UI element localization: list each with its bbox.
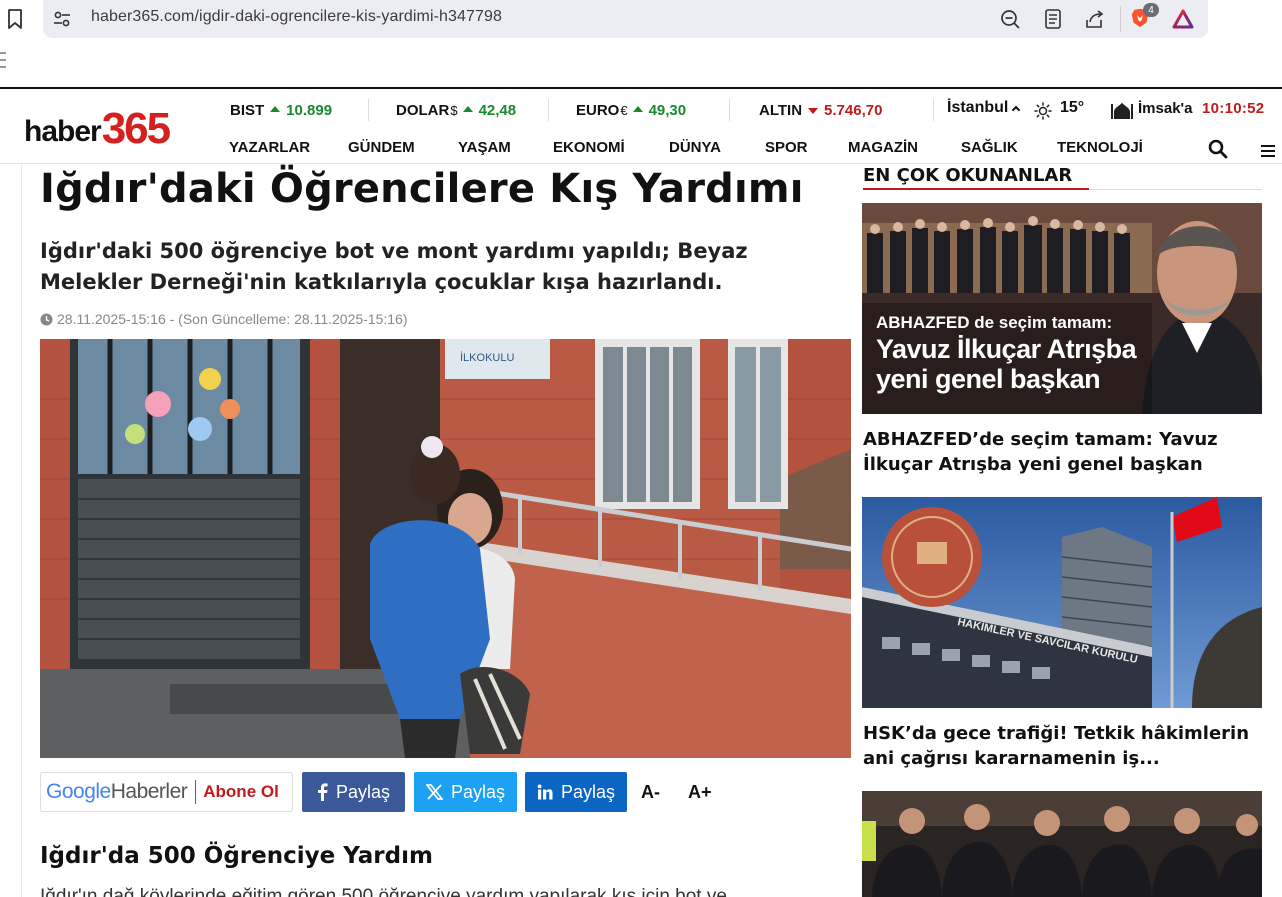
ticker-label: ALTIN xyxy=(759,101,803,119)
font-increase-button[interactable]: A+ xyxy=(688,782,712,803)
article-summary: Iğdır'daki 500 öğrenciye bot ve mont yar… xyxy=(40,239,748,294)
site-logo[interactable]: haber 365 xyxy=(24,103,171,153)
currency-symbol: € xyxy=(620,102,628,118)
shield-count-badge: 4 xyxy=(1143,3,1159,17)
nav-item-spor[interactable]: SPOR xyxy=(765,139,808,156)
article-body-text: Iğdır'ın dağ köylerinde eğitim gören 500… xyxy=(40,886,727,897)
toolbar-divider xyxy=(1120,6,1121,32)
ticker-label: BIST xyxy=(230,101,265,119)
date-text: 28.11.2025-15:16 - (Son Güncelleme: 28.1… xyxy=(57,311,408,327)
temperature: 15° xyxy=(1060,99,1085,116)
x-share-button[interactable]: Paylaş xyxy=(414,772,517,812)
x-icon xyxy=(425,784,443,800)
article-date: 28.11.2025-15:16 - (Son Güncelleme: 28.1… xyxy=(40,311,408,327)
arrow-down-icon xyxy=(808,108,819,114)
haberler-wordmark: Haberler xyxy=(110,780,188,803)
article-hero-image: İLKOKULU xyxy=(40,339,851,758)
nav-item-gundem[interactable]: GÜNDEM xyxy=(348,139,415,156)
share-bar: GoogleHaberler Abone Ol Paylaş Paylaş Pa… xyxy=(40,772,851,812)
zoom-out-icon[interactable] xyxy=(999,8,1021,30)
most-read-title-2[interactable]: HSK’da gece trafiği! Tetkik hâkimlerin a… xyxy=(863,721,1258,771)
brave-rewards-icon[interactable] xyxy=(1172,8,1194,30)
google-wordmark: Google xyxy=(46,780,111,803)
ticker-divider xyxy=(368,99,369,121)
ticker-value: 49,30 xyxy=(648,101,687,119)
nav-item-saglik[interactable]: SAĞLIK xyxy=(961,139,1018,156)
chevron-up-icon xyxy=(1012,105,1021,115)
nav-item-dunya[interactable]: DÜNYA xyxy=(669,139,721,156)
overlay-kicker: ABHAZFED de seçim tamam: xyxy=(876,313,1112,332)
content-left-border xyxy=(21,164,22,897)
facebook-share-button[interactable]: Paylaş xyxy=(302,772,405,812)
nav-item-ekonomi[interactable]: EKONOMİ xyxy=(553,139,625,156)
most-read-image-3[interactable] xyxy=(862,791,1262,897)
nav-item-yazarlar[interactable]: YAZARLAR xyxy=(229,139,310,156)
sun-icon xyxy=(1034,102,1052,120)
ticker-divider xyxy=(548,99,549,121)
ticker-divider xyxy=(729,99,730,121)
most-read-title-1[interactable]: ABHAZFED’de seçim tamam: Yavuz İlkuçar A… xyxy=(863,427,1258,477)
ticker-bist[interactable]: BIST 10.899 xyxy=(230,99,332,121)
share-label: Paylaş xyxy=(560,781,616,802)
currency-symbol: $ xyxy=(450,102,458,118)
heading-underline xyxy=(863,188,1089,190)
overlay-headline-line1: Yavuz İlkuçar Atrışba xyxy=(876,334,1138,364)
google-news-subscribe-button[interactable]: GoogleHaberler Abone Ol xyxy=(40,772,293,812)
linkedin-icon xyxy=(537,784,553,800)
share-label: Paylaş xyxy=(335,781,391,802)
site-header: haber 365 BIST 10.899 DOLAR $ 42,48 EURO… xyxy=(0,89,1282,164)
ticker-dolar[interactable]: DOLAR $ 42,48 xyxy=(396,99,516,121)
ticker-divider xyxy=(933,99,934,121)
nav-item-teknoloji[interactable]: TEKNOLOJİ xyxy=(1057,139,1143,156)
arrow-up-icon xyxy=(462,106,473,112)
article-title: Iğdır'daki Öğrencilere Kış Yardımı xyxy=(40,166,804,212)
ticker-euro[interactable]: EURO € 49,30 xyxy=(576,99,686,121)
logo-text: haber xyxy=(24,115,102,148)
share-page-icon[interactable] xyxy=(1084,8,1106,30)
ticker-value: 10.899 xyxy=(286,101,333,119)
overlay-headline-line2: yeni genel başkan xyxy=(876,364,1100,394)
bookmark-icon[interactable] xyxy=(6,8,24,30)
hamburger-menu-icon[interactable] xyxy=(1260,144,1276,158)
prayer-label: İmsak'a xyxy=(1138,100,1193,117)
font-decrease-button[interactable]: A- xyxy=(641,782,660,803)
linkedin-share-button[interactable]: Paylaş xyxy=(525,772,627,812)
url-text[interactable]: haber365.com/igdir-daki-ogrencilere-kis-… xyxy=(91,8,502,26)
nav-item-yasam[interactable]: YAŞAM xyxy=(458,139,511,156)
most-read-heading: EN ÇOK OKUNANLAR xyxy=(863,165,1073,186)
prayer-countdown: 10:10:52 xyxy=(1202,100,1265,117)
ticker-label: DOLAR xyxy=(396,101,450,119)
ticker-altin[interactable]: ALTIN 5.746,70 xyxy=(759,99,882,121)
city-selector[interactable]: İstanbul xyxy=(947,99,1025,117)
arrow-up-icon xyxy=(632,106,643,112)
share-label: Paylaş xyxy=(450,781,506,802)
most-read-image-1[interactable]: ABHAZFED de seçim tamam: Yavuz İlkuçar A… xyxy=(862,203,1262,414)
subscribe-label: Abone Ol xyxy=(203,782,279,801)
sidebar-toggle-icon[interactable] xyxy=(0,50,6,70)
site-settings-icon[interactable] xyxy=(52,10,72,28)
nav-item-magazin[interactable]: MAGAZİN xyxy=(848,139,918,156)
facebook-icon xyxy=(317,783,328,801)
arrow-up-icon xyxy=(270,106,281,112)
reader-mode-icon[interactable] xyxy=(1042,8,1064,30)
ticker-label: EURO xyxy=(576,101,620,119)
clock-icon xyxy=(40,313,53,325)
browser-toolbar: haber365.com/igdir-daki-ogrencilere-kis-… xyxy=(0,0,1282,88)
google-news-logo: GoogleHaberler xyxy=(46,780,188,804)
divider xyxy=(195,780,197,804)
school-sign-text: İLKOKULU xyxy=(460,351,514,364)
article-subheading: Iğdır'da 500 Öğrenciye Yardım xyxy=(40,843,433,869)
ticker-value: 42,48 xyxy=(478,101,517,119)
mosque-icon xyxy=(1111,102,1133,119)
most-read-image-2[interactable]: HAKİMLER VE SAVCILAR KURULU xyxy=(862,497,1262,708)
search-icon[interactable] xyxy=(1208,139,1228,159)
ticker-value: 5.746,70 xyxy=(824,101,883,119)
city-name: İstanbul xyxy=(947,99,1009,116)
logo-number: 365 xyxy=(101,104,171,153)
